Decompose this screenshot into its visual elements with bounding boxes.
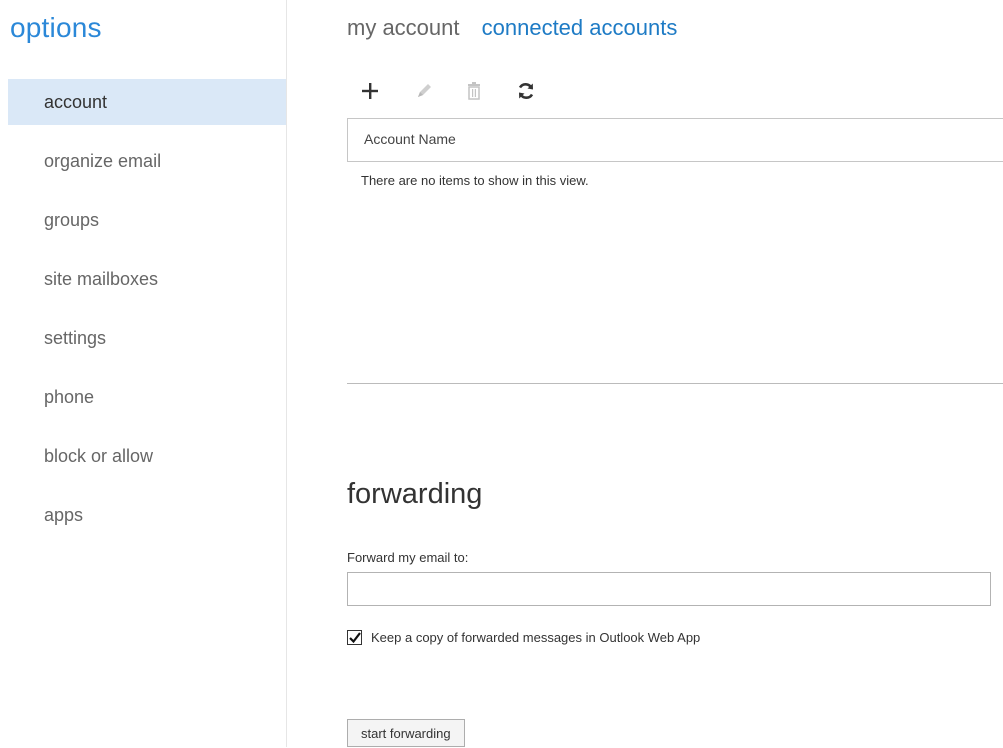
add-button[interactable] bbox=[357, 80, 383, 106]
tab-connected-accounts[interactable]: connected accounts bbox=[482, 15, 678, 41]
sidebar-title: options bbox=[10, 12, 102, 43]
sidebar-item-block-or-allow[interactable]: block or allow bbox=[0, 433, 286, 492]
sidebar-item-organize-email[interactable]: organize email bbox=[0, 138, 286, 197]
sidebar-item-groups[interactable]: groups bbox=[0, 197, 286, 256]
refresh-icon bbox=[516, 81, 536, 106]
options-sidebar: options account organize email groups si… bbox=[0, 0, 286, 747]
start-forwarding-button[interactable]: start forwarding bbox=[347, 719, 465, 747]
sidebar-item-site-mailboxes[interactable]: site mailboxes bbox=[0, 256, 286, 315]
keep-copy-checkbox[interactable] bbox=[347, 629, 362, 645]
sidebar-nav: account organize email groups site mailb… bbox=[0, 79, 286, 551]
pencil-icon bbox=[414, 81, 434, 106]
empty-list-message: There are no items to show in this view. bbox=[361, 173, 589, 188]
delete-button[interactable] bbox=[461, 80, 487, 106]
sidebar-item-account[interactable]: account bbox=[8, 79, 286, 125]
forwarding-title: forwarding bbox=[347, 478, 483, 510]
keep-copy-row: Keep a copy of forwarded messages in Out… bbox=[347, 628, 700, 646]
sidebar-divider bbox=[286, 0, 287, 747]
keep-copy-label: Keep a copy of forwarded messages in Out… bbox=[371, 629, 701, 645]
trash-icon bbox=[465, 81, 483, 106]
account-tabs: my account connected accounts bbox=[347, 15, 693, 41]
section-divider bbox=[347, 383, 1003, 384]
refresh-button[interactable] bbox=[513, 80, 539, 106]
forward-email-label: Forward my email to: bbox=[347, 550, 469, 565]
edit-button[interactable] bbox=[411, 80, 437, 106]
sidebar-item-apps[interactable]: apps bbox=[0, 492, 286, 551]
accounts-list-header: Account Name bbox=[347, 118, 1003, 162]
forward-email-input[interactable] bbox=[347, 572, 991, 606]
sidebar-item-phone[interactable]: phone bbox=[0, 374, 286, 433]
plus-icon bbox=[360, 81, 380, 106]
tab-my-account[interactable]: my account bbox=[347, 15, 460, 41]
sidebar-item-settings[interactable]: settings bbox=[0, 315, 286, 374]
column-header-account-name[interactable]: Account Name bbox=[364, 131, 456, 147]
